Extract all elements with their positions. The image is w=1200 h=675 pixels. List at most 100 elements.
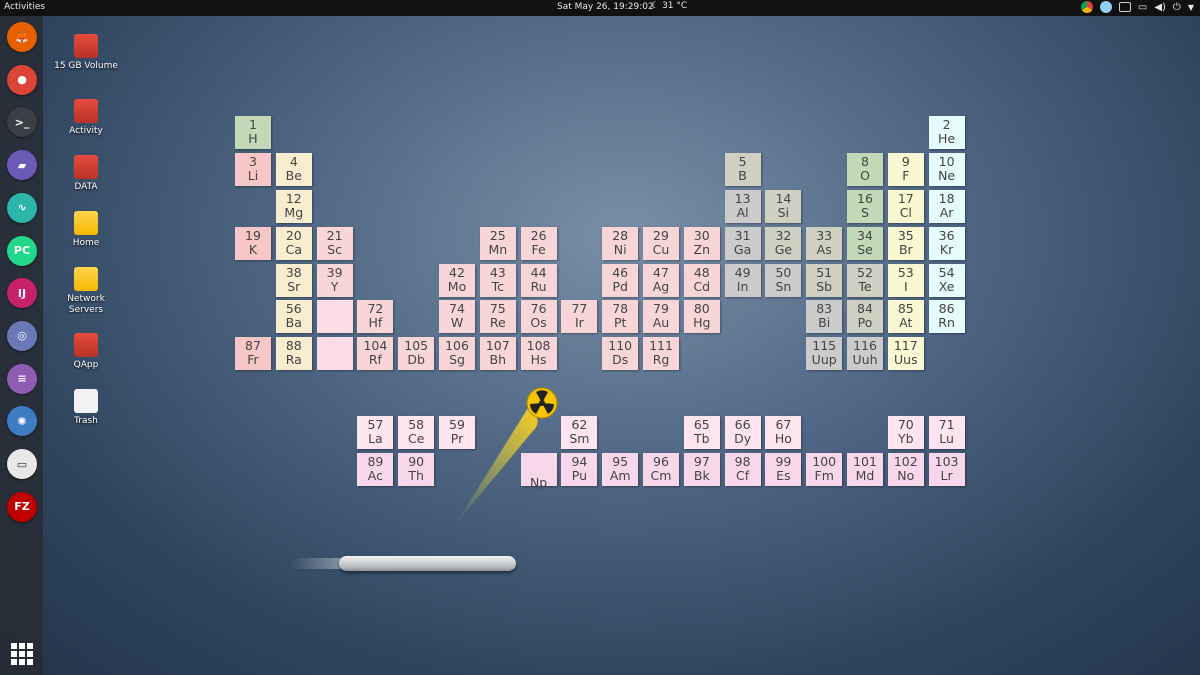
folder-icon bbox=[74, 211, 98, 235]
desktop-icon[interactable]: Activity bbox=[51, 99, 121, 137]
power-icon[interactable]: ⏻ bbox=[1173, 2, 1181, 13]
dock-filezilla-icon[interactable]: FZ bbox=[7, 491, 37, 522]
element-symbol: Ho bbox=[774, 431, 792, 446]
element-number: 105 bbox=[404, 338, 429, 353]
element-number: 83 bbox=[816, 301, 833, 316]
element-number bbox=[317, 309, 353, 323]
activities-button[interactable]: Activities bbox=[4, 2, 45, 12]
element-brick: 90 Th bbox=[398, 453, 435, 486]
element-symbol: Yb bbox=[898, 431, 914, 446]
element-brick: 20 Ca bbox=[275, 227, 312, 260]
element-brick: 103 Lr bbox=[928, 453, 965, 486]
keyboard-icon[interactable] bbox=[1118, 2, 1131, 12]
element-symbol: Ga bbox=[733, 242, 752, 257]
element-number: 71 bbox=[938, 417, 955, 432]
desktop-icon[interactable]: Home bbox=[51, 211, 121, 249]
element-brick: 106 Sg bbox=[439, 337, 475, 370]
element-number: 49 bbox=[734, 265, 751, 280]
dock-firefox-icon[interactable]: 🦊 bbox=[7, 22, 37, 52]
element-symbol: Cd bbox=[693, 279, 711, 294]
element-brick: 49 In bbox=[724, 264, 761, 297]
element-brick: 17 Cl bbox=[887, 190, 924, 223]
element-brick: 18 Ar bbox=[928, 190, 965, 223]
element-symbol: Bi bbox=[818, 315, 831, 330]
element-brick: 25 Mn bbox=[479, 227, 516, 260]
element-brick: 99 Es bbox=[765, 453, 802, 486]
element-number: 4 bbox=[289, 154, 298, 169]
element-symbol: Ba bbox=[285, 315, 302, 330]
dock-terminal-icon[interactable]: >_ bbox=[7, 107, 37, 138]
dock-remote-desktop-icon[interactable]: ▭ bbox=[7, 449, 37, 479]
element-symbol: In bbox=[736, 279, 749, 294]
globe-icon[interactable] bbox=[1099, 1, 1112, 13]
element-brick: 9F bbox=[887, 153, 924, 186]
dock-pycharm-icon[interactable]: PC bbox=[7, 235, 37, 266]
trash-icon bbox=[74, 389, 98, 413]
element-number: 84 bbox=[857, 301, 873, 316]
show-applications-icon[interactable] bbox=[11, 643, 33, 665]
element-symbol: K bbox=[248, 242, 258, 257]
element-number: 116 bbox=[853, 338, 877, 353]
element-symbol: Cl bbox=[899, 205, 912, 220]
dock-disks-icon[interactable]: ◎ bbox=[7, 320, 37, 351]
element-brick: 116 Uuh bbox=[847, 337, 883, 370]
element-symbol: Es bbox=[776, 468, 791, 483]
dock-chrome-icon[interactable]: ● bbox=[7, 64, 37, 95]
element-symbol: Ge bbox=[774, 242, 793, 257]
element-symbol: Xe bbox=[938, 279, 955, 294]
chrome-icon[interactable] bbox=[1080, 1, 1093, 13]
desktop-icon[interactable]: 15 GB Volume bbox=[51, 34, 121, 72]
element-number: 39 bbox=[326, 265, 343, 280]
ball-trail bbox=[455, 408, 538, 525]
element-brick: 101 Md bbox=[847, 453, 883, 486]
desktop-icon-label: DATA bbox=[74, 182, 98, 192]
element-symbol: Sr bbox=[287, 279, 301, 294]
element-number: 36 bbox=[938, 228, 955, 243]
element-number: 104 bbox=[363, 338, 388, 353]
dock-files-icon[interactable]: ▰ bbox=[7, 150, 37, 181]
element-number: 100 bbox=[812, 454, 837, 469]
element-symbol: Ce bbox=[407, 431, 425, 446]
element-number: 66 bbox=[734, 417, 751, 432]
element-brick: 32 Ge bbox=[765, 227, 802, 260]
element-brick: 21 Sc bbox=[316, 227, 353, 260]
element-brick: 87 Fr bbox=[235, 337, 271, 370]
element-number: 13 bbox=[734, 191, 751, 206]
element-number: 86 bbox=[938, 301, 955, 316]
element-number: 106 bbox=[445, 338, 469, 353]
clock[interactable]: Sat May 26, 19:29:02 bbox=[557, 2, 654, 12]
screen-icon[interactable]: ▭ bbox=[1138, 2, 1147, 13]
element-number: 110 bbox=[608, 338, 633, 353]
element-number: 95 bbox=[612, 454, 629, 469]
top-bar: Activities Sat May 26, 19:29:02 ☾ 31 °C … bbox=[0, 0, 1200, 16]
element-symbol: Mg bbox=[284, 205, 304, 220]
element-number: 2 bbox=[942, 117, 951, 132]
element-number: 35 bbox=[897, 228, 914, 243]
weather-indicator[interactable]: ☾ 31 °C bbox=[651, 1, 687, 11]
paddle[interactable] bbox=[339, 556, 516, 571]
desktop-icon[interactable]: DATA bbox=[51, 155, 121, 193]
dock-text-editor-icon[interactable]: ≡ bbox=[7, 363, 37, 394]
element-number: 25 bbox=[489, 228, 506, 243]
desktop-icon[interactable]: Trash bbox=[51, 389, 121, 427]
element-symbol: Sc bbox=[327, 242, 342, 257]
element-number: 97 bbox=[693, 454, 710, 469]
element-brick: 80 Hg bbox=[683, 300, 720, 333]
element-symbol: Sm bbox=[569, 431, 590, 446]
desktop-icon-label: Home bbox=[72, 238, 100, 248]
element-brick: 71 Lu bbox=[928, 416, 965, 449]
element-symbol: Ac bbox=[367, 468, 383, 483]
dock-browser-icon[interactable]: ✺ bbox=[7, 406, 37, 437]
desktop-icon[interactable]: Network Servers bbox=[51, 267, 121, 316]
element-brick: 43 Tc bbox=[479, 264, 516, 297]
drive-icon bbox=[74, 99, 98, 123]
dock-system-monitor-icon[interactable]: ∿ bbox=[7, 192, 37, 223]
dock-intellij-icon[interactable]: IJ bbox=[7, 278, 37, 309]
desktop-icon[interactable]: QApp bbox=[51, 333, 121, 371]
element-brick: 75 Re bbox=[479, 300, 516, 333]
volume-icon[interactable]: ◀) bbox=[1154, 2, 1166, 13]
chevron-down-icon[interactable]: ▼ bbox=[1188, 3, 1194, 12]
element-symbol: Md bbox=[855, 468, 875, 483]
element-symbol: Fe bbox=[531, 242, 546, 257]
element-brick: 67 Ho bbox=[765, 416, 802, 449]
